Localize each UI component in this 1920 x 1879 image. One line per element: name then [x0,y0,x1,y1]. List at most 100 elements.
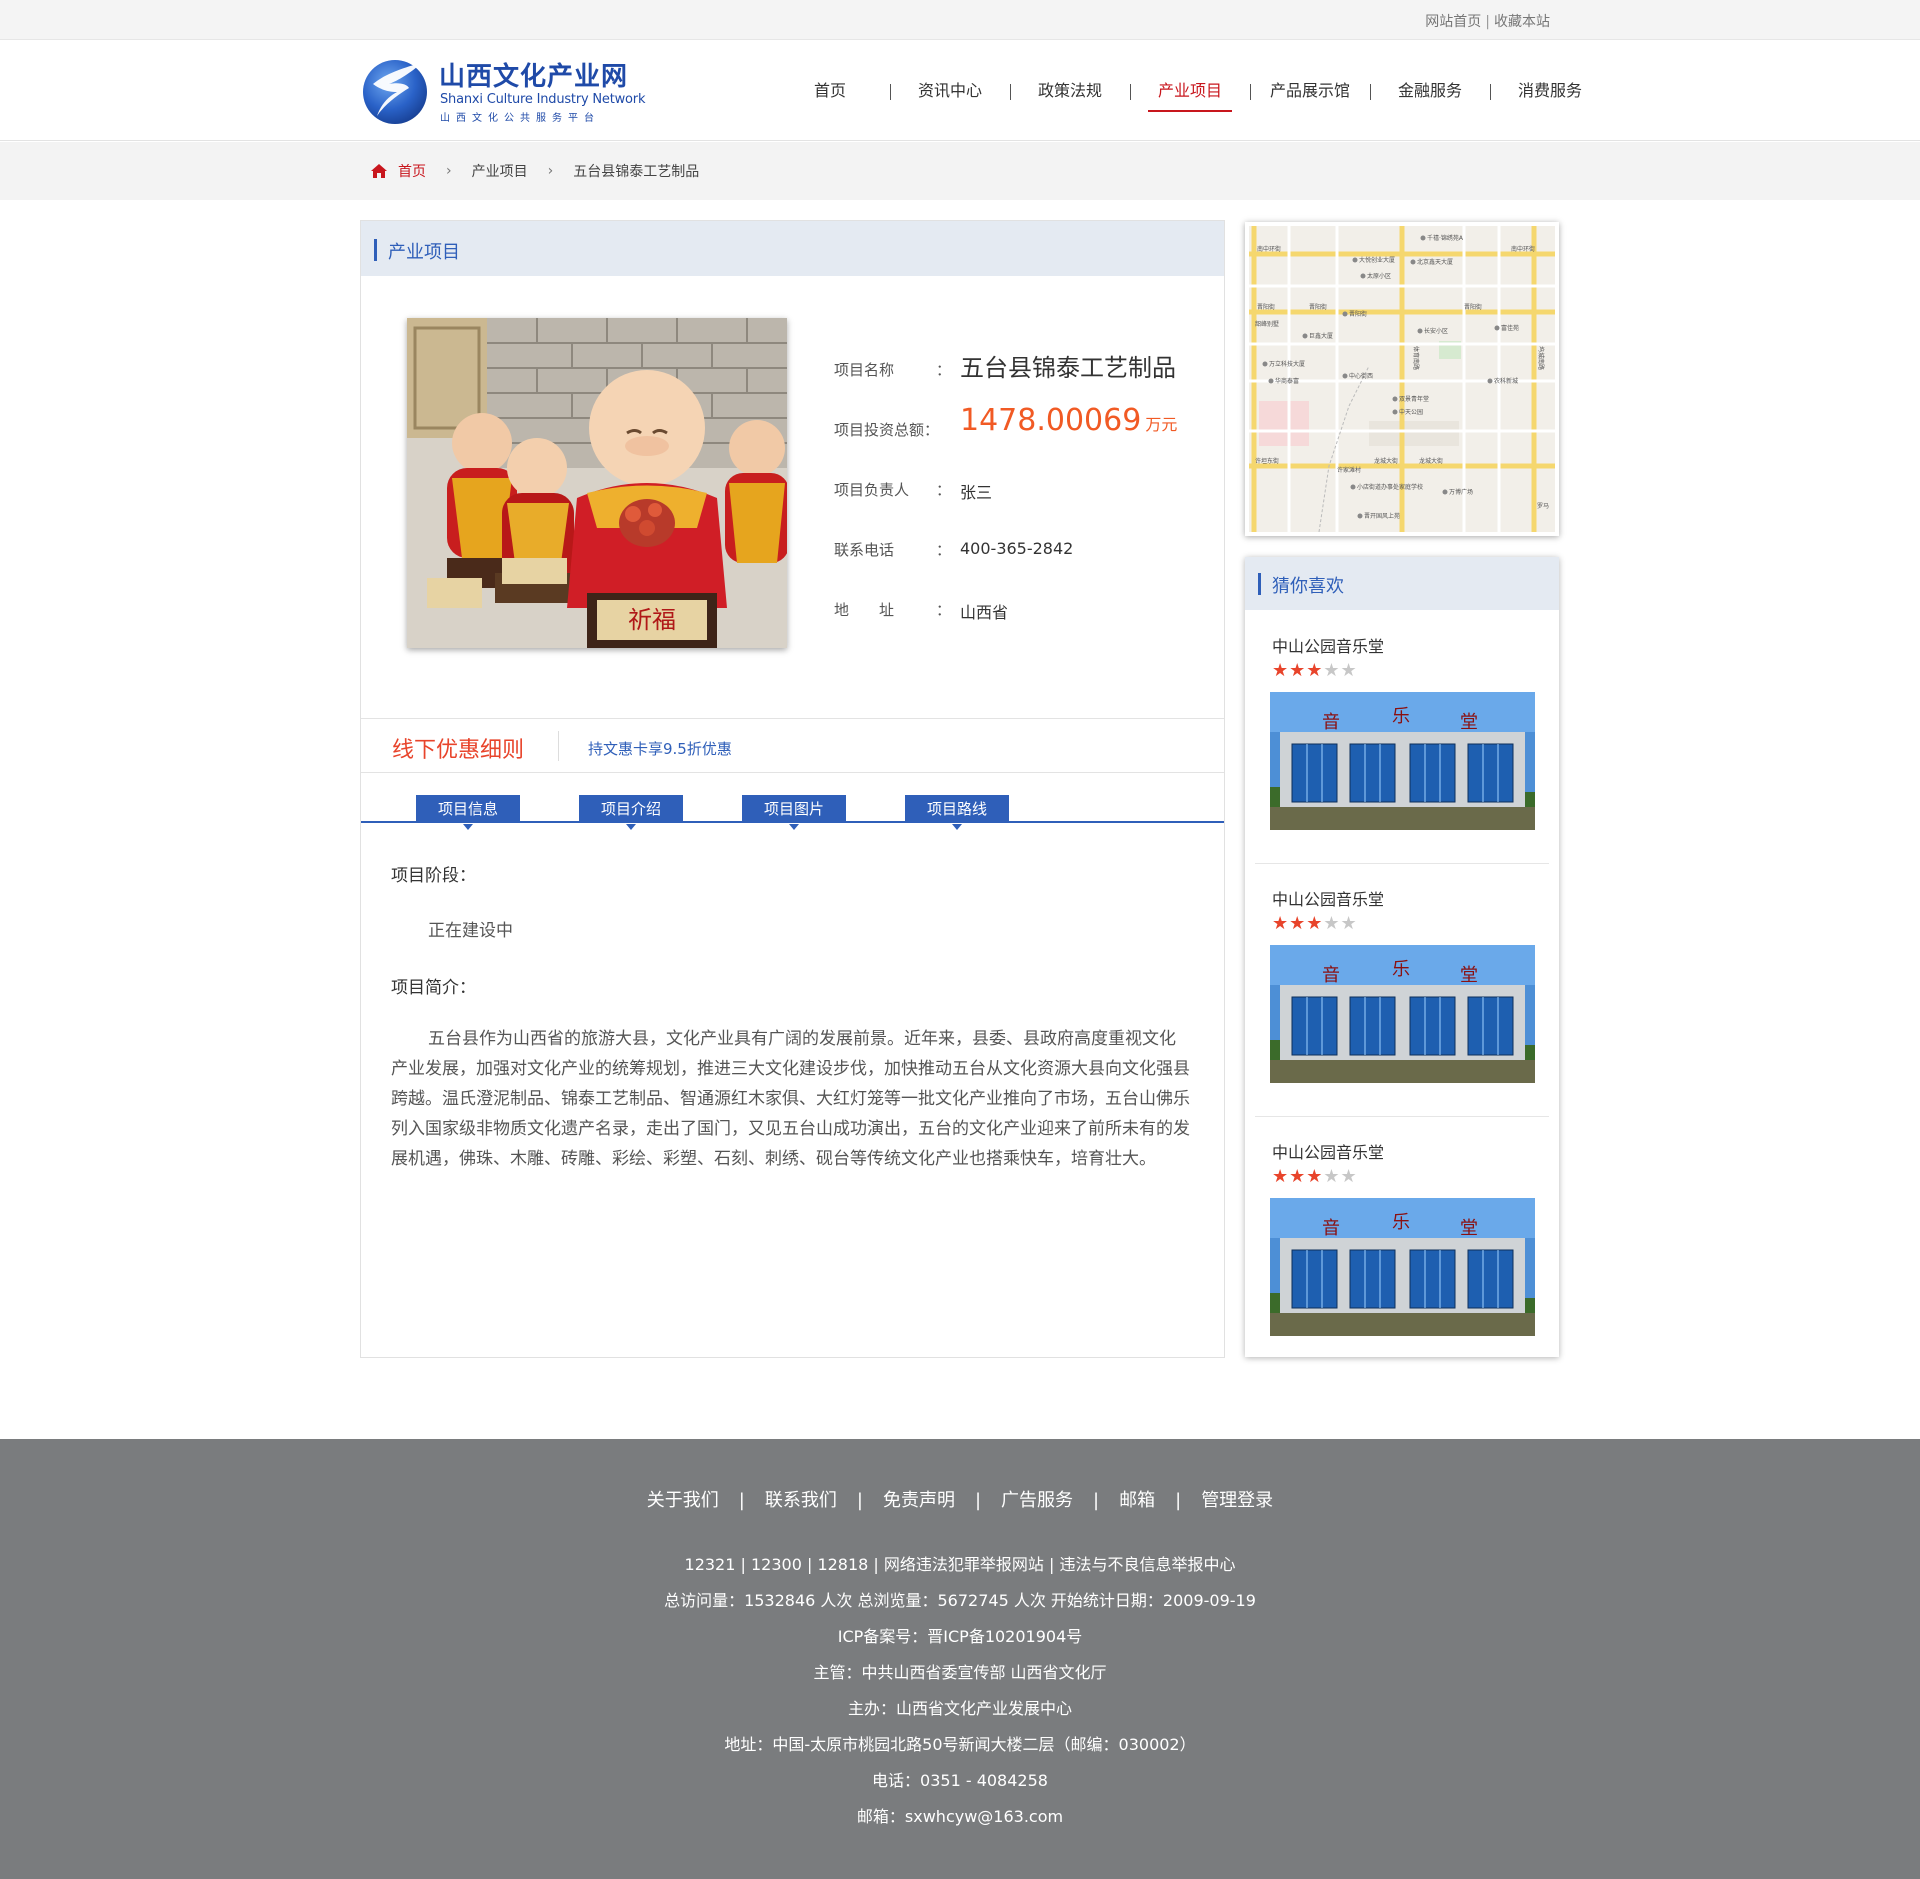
footer-link-mail[interactable]: 邮箱 [1119,1490,1155,1511]
nav-products[interactable]: 产品展示馆 [1250,41,1370,141]
star-empty-icon: ★★ [1323,660,1358,681]
map-place-label: 小店街道办事处家庭学校 [1357,483,1423,491]
breadcrumb-home[interactable]: 首页 [398,161,426,181]
home-icon [371,164,387,178]
nav-policy[interactable]: 政策法规 [1010,41,1130,141]
info-row-address: 地 址 ： 山西省 [834,581,1214,641]
location-map[interactable]: 南中环街 南中环街 晋阳街 晋阳街 晋阳街 龙城大街 龙城大街 许坦东街 体育南… [1245,222,1559,536]
recommendation-name: 中山公园音乐堂 [1272,1143,1385,1162]
name-label: 项目名称 [834,361,895,379]
map-place-label: 晋阳街 [1349,310,1367,318]
nav-home[interactable]: 首页 [770,41,890,141]
chevron-right-icon: › [446,163,452,179]
info-row-name: 项目名称 ： 五台县锦泰工艺制品 [834,341,1214,401]
offer-text[interactable]: 持文惠卡享9.5折优惠 [588,738,732,759]
footer-link-contact[interactable]: 联系我们 [765,1490,837,1511]
map-place-label: 许家滩村 [1337,466,1361,474]
divider: | [1175,1490,1182,1511]
street-map-image: 南中环街 南中环街 晋阳街 晋阳街 晋阳街 龙城大街 龙城大街 许坦东街 体育南… [1249,226,1555,533]
nav-consumer[interactable]: 消费服务 [1490,41,1610,141]
header: 山西文化产业网 Shanxi Culture Industry Network … [0,41,1920,141]
map-street-label: 龙城大街 [1374,457,1398,465]
map-place-label: 长安小区 [1424,327,1448,335]
map-street-label: 龙城大街 [1419,457,1443,465]
investment-amount: 1478.00069 [960,403,1142,438]
hall-sign-char: 音 [1322,712,1340,733]
top-bar: 网站首页 | 收藏本站 [0,0,1920,40]
concert-hall-image: 音 乐 堂 [1270,945,1535,1083]
divider: | [974,1490,982,1511]
map-place-label: 万博广场 [1449,488,1473,496]
site-logo[interactable]: 山西文化产业网 Shanxi Culture Industry Network … [359,54,645,126]
intro-label: 项目简介： [391,978,476,998]
svg-text:祈福: 祈福 [628,606,676,634]
map-street-label: 体育南路 [1412,346,1420,370]
footer-link-about[interactable]: 关于我们 [647,1490,719,1511]
address-value: 山西省 [960,603,1009,622]
breadcrumb-projects[interactable]: 产业项目 [472,161,528,181]
project-info: 项目名称 ： 五台县锦泰工艺制品 项目投资总额： 1478.00069 万元 项目… [834,341,1214,641]
recommendation-item[interactable]: 中山公园音乐堂 ★★★★★ 音 乐 堂 [1245,1116,1559,1369]
header-accent-bar [1258,573,1261,595]
divider: | [738,1490,745,1511]
tab-project-info[interactable]: 项目信息 [416,795,520,830]
concert-hall-image: 音 乐 堂 [1270,692,1535,830]
recommendation-item[interactable]: 中山公园音乐堂 ★★★★★ 音 乐 堂 [1245,863,1559,1116]
project-tabs: 项目信息 项目介绍 项目图片 项目路线 [361,795,1224,830]
tab-project-route[interactable]: 项目路线 [905,795,1009,830]
hall-sign-char: 乐 [1392,706,1410,727]
map-street-label: 南中环街 [1257,245,1281,253]
divider: | [1485,14,1490,30]
investment-unit: 万元 [1145,415,1178,434]
info-row-owner: 项目负责人 ： 张三 [834,461,1214,521]
intro-text: 五台县作为山西省的旅游大县，文化产业具有广阔的发展前景。近年来，县委、县政府高度… [391,1029,1190,1169]
bookmark-link[interactable]: 收藏本站 [1494,14,1550,30]
address-label: 地 址 [834,601,895,619]
colon: ： [936,361,952,379]
tab-project-intro[interactable]: 项目介绍 [579,795,683,830]
owner-label: 项目负责人 [834,481,910,499]
star-filled-icon: ★★★ [1272,660,1324,681]
logo-english-title: Shanxi Culture Industry Network [440,92,646,107]
logo-swirl-icon [363,60,427,124]
rating-stars: ★★★★★ [1272,660,1358,681]
site-home-link[interactable]: 网站首页 [1425,14,1481,30]
map-street-label: 南中环街 [1511,245,1535,253]
recommendation-image: 音 乐 堂 [1270,1198,1535,1336]
nav-news[interactable]: 资讯中心 [890,41,1010,141]
recommendation-image: 音 乐 堂 [1270,692,1535,830]
map-street-label: 晋阳街 [1464,303,1482,311]
investment-label: 项目投资总额： [834,421,940,439]
footer-links: 关于我们 | 联系我们 | 免责声明 | 广告服务 | 邮箱 | 管理登录 [0,1486,1920,1512]
logo-chinese-title: 山西文化产业网 [439,62,629,92]
recommendations-header: 猜你喜欢 [1245,557,1559,610]
map-street-label: 许坦东街 [1255,457,1279,465]
map-place-label: 双景青年堂 [1399,395,1429,403]
breadcrumb-current: 五台县锦泰工艺制品 [573,164,700,180]
nav-finance[interactable]: 金融服务 [1370,41,1490,141]
header-accent-bar [374,239,377,261]
hall-sign-char: 音 [1322,1218,1340,1239]
colon: ： [936,601,952,619]
footer-link-ads[interactable]: 广告服务 [1001,1490,1073,1511]
map-place-label: 晋开国风上苑 [1364,512,1400,520]
chevron-right-icon: › [547,163,554,179]
footer-supervisor-line: 主管：中共山西省委宣传部 山西省文化厅 [813,1663,1107,1682]
offer-section: 线下优惠细则 持文惠卡享9.5折优惠 [361,718,1224,773]
footer-link-admin-login[interactable]: 管理登录 [1201,1490,1273,1511]
recommendation-item[interactable]: 中山公园音乐堂 ★★★★★ 音 乐 堂 [1245,610,1559,863]
tab-project-images[interactable]: 项目图片 [742,795,846,830]
stage-value: 正在建设中 [428,921,513,941]
nav-projects[interactable]: 产业项目 [1130,41,1250,141]
investment-value: 1478.00069 万元 [960,403,1177,438]
recommendations-title: 猜你喜欢 [1272,576,1344,597]
owner-value: 张三 [960,483,993,502]
hall-sign-char: 堂 [1460,712,1478,733]
map-street-label: 晋阳街 [1257,303,1275,311]
footer-link-disclaimer[interactable]: 免责声明 [883,1490,955,1511]
monk-figurines-image: 祈福 [407,318,787,648]
map-place-label: 农科新城 [1494,377,1518,385]
star-empty-icon: ★★ [1323,1166,1358,1187]
phone-label: 联系电话 [834,541,895,559]
project-name: 五台县锦泰工艺制品 [960,354,1176,382]
